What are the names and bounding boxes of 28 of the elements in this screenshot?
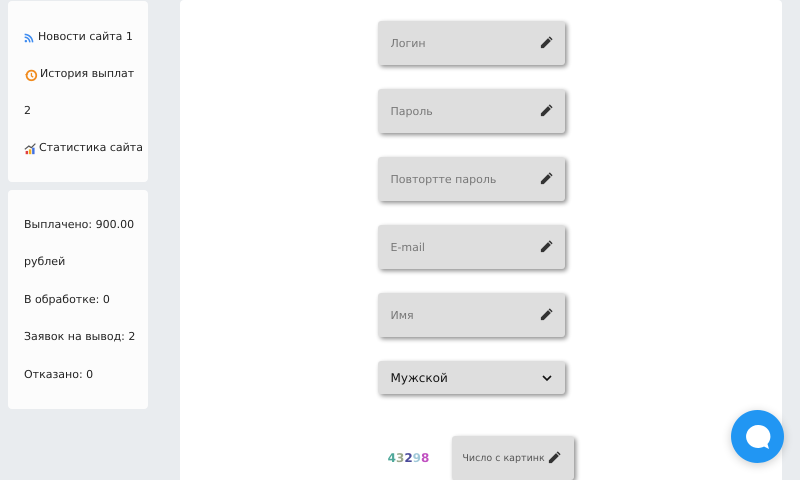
- menu-link[interactable]: Статистика сайта: [39, 140, 143, 157]
- input-field[interactable]: Повтортте пароль: [378, 157, 564, 201]
- pencil-icon: [547, 450, 562, 465]
- input-field[interactable]: E-mail: [378, 225, 564, 269]
- pencil-icon: [538, 171, 554, 186]
- rss-icon: [24, 32, 34, 42]
- count-text: 2: [24, 103, 31, 120]
- stat-text: Отказано: 0: [24, 366, 94, 382]
- pencil-icon: [538, 239, 554, 254]
- captcha-number: 43298: [388, 450, 430, 467]
- menu-link[interactable]: История выплат: [40, 66, 134, 83]
- input-field[interactable]: Пароль: [378, 89, 564, 133]
- captcha-field[interactable]: Число с картинк: [452, 436, 574, 480]
- chart-icon: [24, 142, 37, 155]
- chevron-down-icon: [542, 374, 552, 382]
- chat-bubble-icon: [744, 424, 770, 450]
- pencil-icon: [538, 35, 554, 50]
- stat-text: рублей: [24, 254, 66, 270]
- stat-text: Выплачено: 900.00: [24, 216, 134, 232]
- pencil-icon: [538, 103, 554, 118]
- input-field[interactable]: Логин: [378, 21, 564, 65]
- menu-link[interactable]: Новости сайта 1: [38, 29, 133, 46]
- pencil-icon: [538, 307, 554, 322]
- gender-select[interactable]: Мужской: [378, 361, 564, 394]
- clock-icon: [24, 68, 38, 82]
- stat-text: В обработке: 0: [24, 292, 110, 308]
- input-field[interactable]: Имя: [378, 293, 564, 337]
- stat-text: Заявок на вывод: 2: [24, 329, 136, 345]
